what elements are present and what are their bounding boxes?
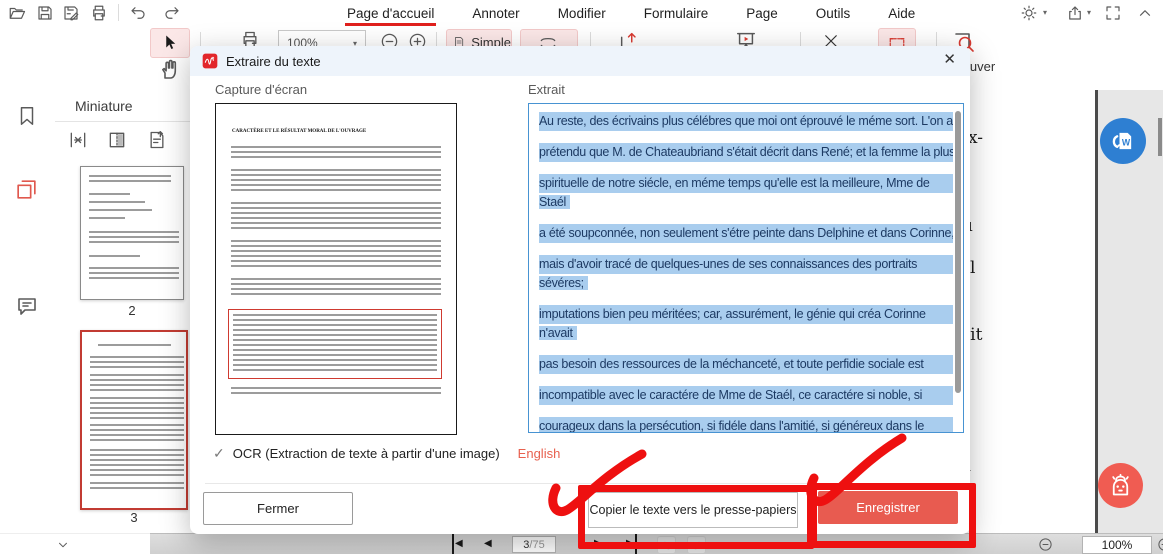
tab-outils[interactable]: Outils	[814, 3, 853, 24]
page-number-input[interactable]: 3 /75	[512, 536, 556, 553]
divider	[118, 4, 119, 21]
extract-line: n'avait	[539, 324, 953, 343]
annotation-check-copy	[548, 449, 647, 516]
tab-page[interactable]: Page	[744, 3, 780, 24]
extract-line: sévéres;	[539, 274, 953, 293]
tab-aide[interactable]: Aide	[886, 3, 917, 24]
checkbox-checked-icon[interactable]	[213, 445, 225, 462]
extract-line: a été soupconnée, non seulement s'étre p…	[539, 224, 953, 243]
tab-modifier[interactable]: Modifier	[556, 3, 608, 24]
bookmarks-icon[interactable]	[16, 104, 38, 128]
panel-title: Miniature	[75, 97, 133, 114]
page-thumbnail-2[interactable]: 2	[80, 166, 184, 318]
extracted-text-lines: Au reste, des écrivains plus célébres qu…	[539, 112, 953, 432]
close-button-label: Fermer	[257, 501, 299, 516]
tab-annoter[interactable]: Annoter	[470, 3, 521, 24]
zoom-level-box[interactable]: 100%	[1082, 536, 1152, 554]
extract-line: spirituelle de notre siécle, en méme tem…	[539, 174, 953, 193]
extract-label: Extrait	[528, 82, 565, 97]
page-number-label: 3	[130, 510, 138, 525]
save-icon[interactable]	[36, 4, 54, 22]
preview-paragraph	[231, 146, 441, 161]
hand-tool-icon[interactable]	[157, 56, 181, 82]
capture-label: Capture d'écran	[215, 82, 308, 97]
dialog-title: Extraire du texte	[226, 53, 321, 69]
tab-page-d-accueil[interactable]: Page d'accueil	[345, 3, 437, 26]
app-window: Page d'accueil Annoter Modifier Formulaire P…	[0, 0, 1163, 554]
extracted-text-area[interactable]: Au reste, des écrivains plus célébres qu…	[528, 103, 964, 433]
open-file-icon[interactable]	[8, 4, 26, 22]
word-file-icon: W	[1112, 132, 1132, 150]
redo-icon[interactable]	[162, 4, 182, 22]
tab-formulaire[interactable]: Formulaire	[642, 3, 711, 24]
preview-paragraph	[231, 387, 441, 397]
extract-line: Au reste, des écrivains plus célébres qu…	[539, 112, 953, 131]
panel-scrollbar[interactable]	[1158, 118, 1162, 156]
ocr-option-row: OCR (Extraction de texte à partir d'une …	[213, 445, 561, 462]
extract-page-icon[interactable]	[147, 129, 167, 151]
convert-to-word-button[interactable]: W	[1100, 118, 1146, 164]
extract-line: prétendu que M. de Chateaubriand s'était…	[539, 143, 953, 162]
ocr-label: OCR (Extraction de texte à partir d'une …	[232, 446, 500, 461]
share-icon[interactable]	[1066, 4, 1084, 22]
extract-line: mais d'avoir tracé de quelques-unes de s…	[539, 255, 953, 274]
preview-paragraph	[231, 169, 441, 194]
theme-icon[interactable]	[1020, 4, 1038, 22]
extract-line: courageux dans la persécution, si fidéle…	[539, 417, 953, 432]
dialog-close-icon[interactable]	[943, 50, 956, 68]
extract-scrollbar[interactable]	[955, 111, 961, 393]
undo-icon[interactable]	[128, 4, 148, 22]
fullscreen-icon[interactable]	[1104, 4, 1122, 22]
extract-line: pas besoin des ressources de la méchance…	[539, 355, 953, 374]
preview-selected-region	[228, 309, 442, 379]
top-bar: Page d'accueil Annoter Modifier Formulaire P…	[0, 0, 1163, 26]
total-pages: /75	[529, 538, 545, 551]
zoom-in-status-icon[interactable]	[1157, 537, 1163, 552]
page-number-label: 2	[128, 303, 136, 318]
preview-paragraph	[231, 278, 441, 298]
annotation-check-save	[806, 433, 907, 506]
collapse-ribbon-icon[interactable]	[1136, 4, 1154, 22]
first-page-button[interactable]: ◀	[452, 534, 463, 554]
thumbnails-panel-icon[interactable]	[14, 176, 39, 203]
right-rail: W	[1095, 90, 1163, 533]
robot-icon	[1112, 473, 1129, 496]
status-bar-left	[0, 533, 150, 554]
capture-preview: CARACTÈRE ET LE RÉSULTAT MORAL DE L'OUVR…	[215, 103, 457, 435]
previous-page-button[interactable]: ◀	[484, 534, 492, 554]
close-dialog-button[interactable]: Fermer	[203, 492, 353, 525]
preview-document-title: CARACTÈRE ET LE RÉSULTAT MORAL DE L'OUVR…	[232, 128, 367, 134]
document-text-fragment: x-	[968, 128, 984, 148]
preview-paragraph	[231, 240, 441, 270]
svg-text:W: W	[1122, 138, 1131, 148]
theme-dropdown-caret[interactable]: ▾	[1043, 8, 1047, 17]
panel-header: Miniature	[55, 90, 190, 122]
share-dropdown-caret[interactable]: ▾	[1087, 8, 1091, 17]
comments-icon[interactable]	[15, 294, 39, 318]
extract-line: incompatible avec le caractére de Mme de…	[539, 386, 953, 405]
menu-tabs: Page d'accueil Annoter Modifier Formulaire P…	[345, 0, 917, 26]
save-as-icon[interactable]	[62, 4, 80, 22]
insert-pages-icon[interactable]	[67, 130, 89, 150]
extract-line: Staél	[539, 193, 953, 212]
select-tool-button[interactable]	[150, 28, 190, 58]
cursor-icon	[166, 35, 176, 49]
collapse-panel-chevron-icon[interactable]	[55, 538, 71, 552]
dialog-app-icon	[202, 53, 218, 69]
preview-paragraph	[231, 202, 441, 232]
split-page-icon[interactable]	[107, 130, 127, 150]
miniature-panel: Miniature 2 3	[55, 90, 191, 533]
left-rail	[0, 90, 56, 533]
zoom-out-status-icon[interactable]	[1038, 537, 1053, 552]
assistant-robot-button[interactable]	[1098, 463, 1143, 508]
dialog-title-bar: Extraire du texte	[190, 46, 970, 76]
zoom-level: 100%	[1101, 538, 1133, 552]
print-icon[interactable]	[90, 4, 108, 22]
page-thumbnail-3[interactable]: 3	[80, 330, 188, 525]
extract-line: imputations bien peu méritées; car, assu…	[539, 305, 953, 324]
